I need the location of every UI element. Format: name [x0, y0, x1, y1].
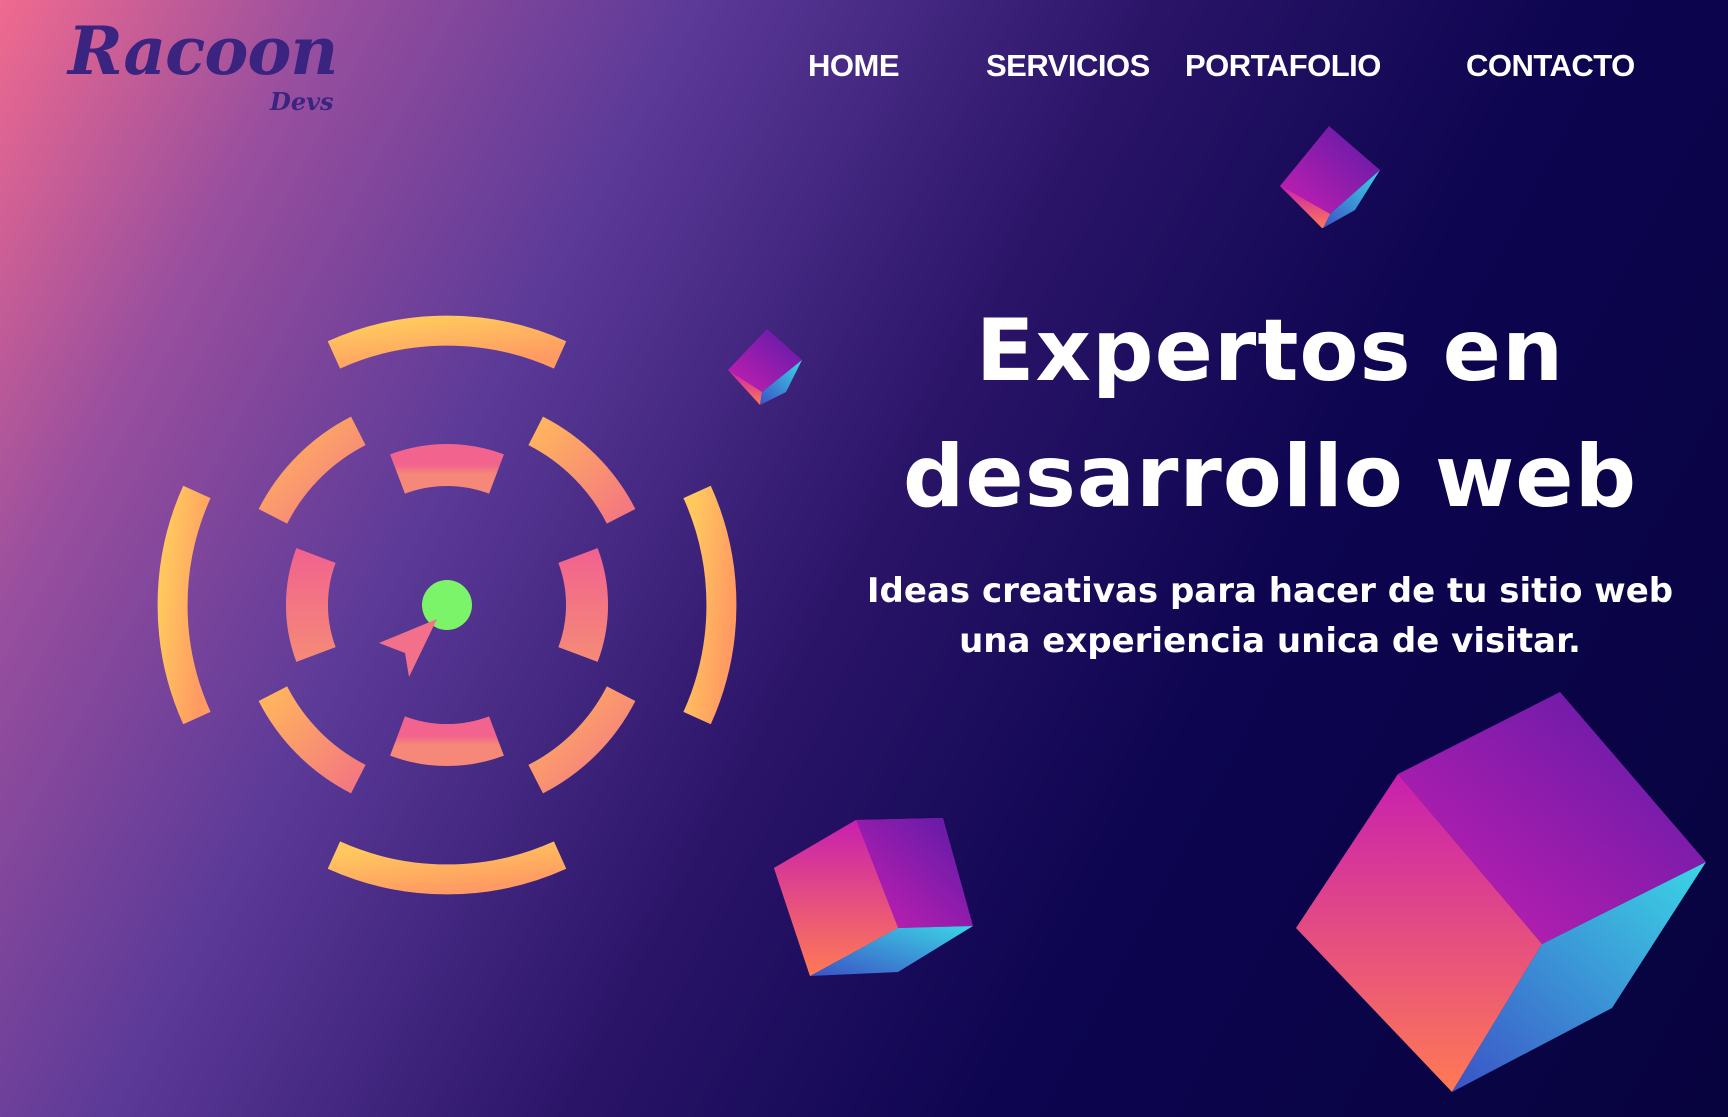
hero-title: Expertos en desarrollo web: [900, 288, 1640, 540]
hero-subtitle-line2: una experiencia unica de visitar.: [959, 621, 1581, 661]
cube-medium: [774, 818, 973, 976]
hero-subtitle: Ideas creativas para hacer de tu sitio w…: [860, 566, 1680, 666]
cube-icon: [728, 126, 1706, 1092]
cube-tiny: [728, 329, 802, 405]
hero-title-line2: desarrollo web: [902, 427, 1638, 527]
cube-small-top: [1280, 126, 1380, 228]
cube-large: [1296, 692, 1706, 1092]
hero-title-line1: Expertos en: [975, 301, 1565, 401]
hero-subtitle-line1: Ideas creativas para hacer de tu sitio w…: [866, 571, 1674, 611]
